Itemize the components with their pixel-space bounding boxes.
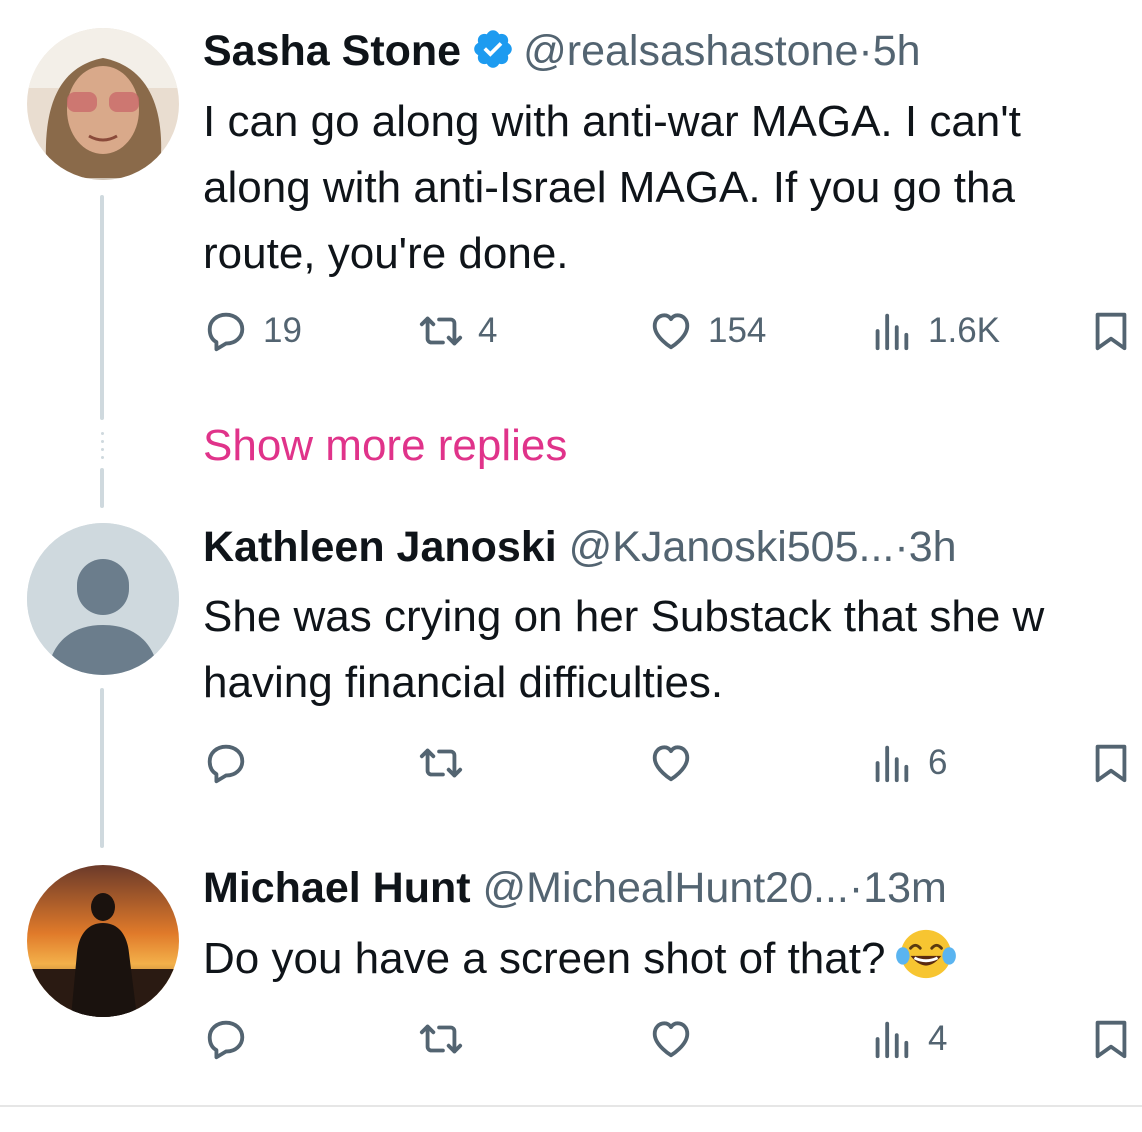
tweet-header: Michael Hunt @MichealHunt20...·13m <box>203 862 947 914</box>
tweet-actions: 4 <box>203 1016 1142 1066</box>
reply-button[interactable]: 19 <box>203 308 302 354</box>
reply-icon <box>207 1020 245 1060</box>
show-more-replies-link[interactable]: Show more replies <box>203 418 567 474</box>
separator: · <box>894 523 909 571</box>
like-button[interactable]: 154 <box>648 308 766 354</box>
reply-count: 19 <box>263 311 302 350</box>
reply-button[interactable] <box>203 740 263 786</box>
tweet-text: I can go along with anti-war MAGA. I can… <box>203 89 1142 287</box>
like-icon <box>652 1021 690 1058</box>
like-icon <box>652 313 690 350</box>
retweet-button[interactable] <box>418 740 478 786</box>
thread-line <box>100 688 104 848</box>
verified-icon <box>474 30 512 68</box>
thread-line <box>100 195 104 420</box>
retweet-button[interactable]: 4 <box>418 308 497 354</box>
views-count: 1.6K <box>928 311 1000 350</box>
separator: · <box>858 27 873 75</box>
reply-icon <box>207 312 245 352</box>
retweet-button[interactable] <box>418 1016 478 1062</box>
timestamp[interactable]: 13m <box>863 864 947 912</box>
like-button[interactable] <box>648 1016 708 1062</box>
tweet-text: Do you have a screen shot of that? <box>203 926 1142 992</box>
bookmark-button[interactable] <box>1088 740 1134 786</box>
tweet-actions: 6 <box>203 740 1142 790</box>
retweet-count: 4 <box>478 311 498 350</box>
tweet-text-line: She was crying on her Substack that she … <box>203 592 1045 641</box>
bookmark-button[interactable] <box>1088 1016 1134 1062</box>
like-button[interactable] <box>648 740 708 786</box>
display-name[interactable]: Kathleen Janoski <box>203 523 557 571</box>
bookmark-icon <box>1095 744 1127 783</box>
timestamp[interactable]: 3h <box>909 523 957 571</box>
tweet-header: Kathleen Janoski @KJanoski505...·3h <box>203 521 957 573</box>
thread-gap-dots <box>99 432 105 464</box>
views-icon <box>875 313 909 351</box>
bookmark-button[interactable] <box>1088 308 1134 354</box>
username-handle[interactable]: @KJanoski505... <box>569 523 895 571</box>
thread-line <box>100 468 104 508</box>
username-handle[interactable]: @realsashastone <box>523 27 858 75</box>
tweet-text-line: route, you're done. <box>203 229 569 278</box>
retweet-icon <box>419 1024 463 1054</box>
separator: · <box>848 864 864 912</box>
tweet-text-line-content: Do you have a screen shot of that? <box>203 934 886 983</box>
username-handle[interactable]: @MichealHunt20... <box>483 864 849 912</box>
views-button[interactable]: 6 <box>868 740 947 786</box>
retweet-icon <box>419 316 463 346</box>
views-count: 6 <box>928 743 948 782</box>
face-with-tears-of-joy-icon <box>896 929 957 979</box>
tweet-actions: 19 4 154 1.6K <box>203 308 1142 358</box>
like-icon <box>652 745 690 782</box>
reply-button[interactable] <box>203 1016 263 1062</box>
avatar[interactable] <box>27 28 179 180</box>
views-count: 4 <box>928 1019 948 1058</box>
tweet-text-line: I can go along with anti-war MAGA. I can… <box>203 97 1021 146</box>
reply-icon <box>207 744 245 784</box>
views-icon <box>875 1021 909 1059</box>
tweet-text: She was crying on her Substack that she … <box>203 584 1142 716</box>
display-name[interactable]: Sasha Stone <box>203 27 461 75</box>
avatar[interactable] <box>27 523 179 675</box>
bookmark-icon <box>1095 1020 1127 1059</box>
timestamp[interactable]: 5h <box>873 27 921 75</box>
retweet-icon <box>419 748 463 778</box>
views-button[interactable]: 1.6K <box>868 308 1000 354</box>
like-count: 154 <box>708 311 767 350</box>
avatar[interactable] <box>27 865 179 1017</box>
tweet-text-line: Do you have a screen shot of that? <box>203 926 1142 992</box>
default-avatar-icon <box>27 523 179 675</box>
tweet-text-line: having financial difficulties. <box>203 658 724 707</box>
views-button[interactable]: 4 <box>868 1016 947 1062</box>
divider <box>0 1105 1142 1107</box>
display-name[interactable]: Michael Hunt <box>203 864 471 912</box>
views-icon <box>875 745 909 783</box>
tweet-text-line: along with anti-Israel MAGA. If you go t… <box>203 163 1015 212</box>
tweet-header: Sasha Stone @realsashastone·5h <box>203 25 921 77</box>
bookmark-icon <box>1095 312 1127 351</box>
